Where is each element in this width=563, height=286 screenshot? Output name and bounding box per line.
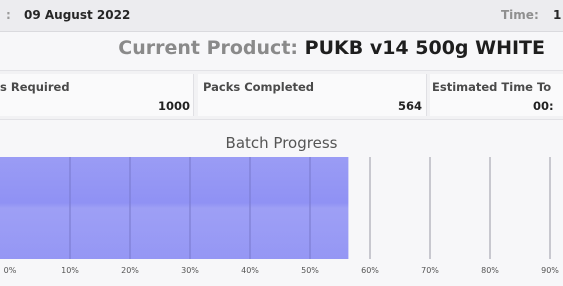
axis-tick-label: 40% bbox=[241, 266, 259, 275]
axis-tick-label: 80% bbox=[481, 266, 499, 275]
axis-tick-label: 30% bbox=[181, 266, 199, 275]
axis-tick-label: 0% bbox=[4, 266, 17, 275]
axis-tick-label: 10% bbox=[61, 266, 79, 275]
batch-progress-chart: 0% 10% 20% 30% 40% 50% 60% 70% 80% 90% bbox=[0, 157, 559, 275]
axis-tick-label: 20% bbox=[121, 266, 139, 275]
axis-tick-label: 70% bbox=[421, 266, 439, 275]
axis-tick-label: 60% bbox=[361, 266, 379, 275]
axis-tick-label: 90% bbox=[541, 266, 559, 275]
axis-tick-label: 50% bbox=[301, 266, 319, 275]
progress-bar-fill bbox=[0, 157, 349, 259]
